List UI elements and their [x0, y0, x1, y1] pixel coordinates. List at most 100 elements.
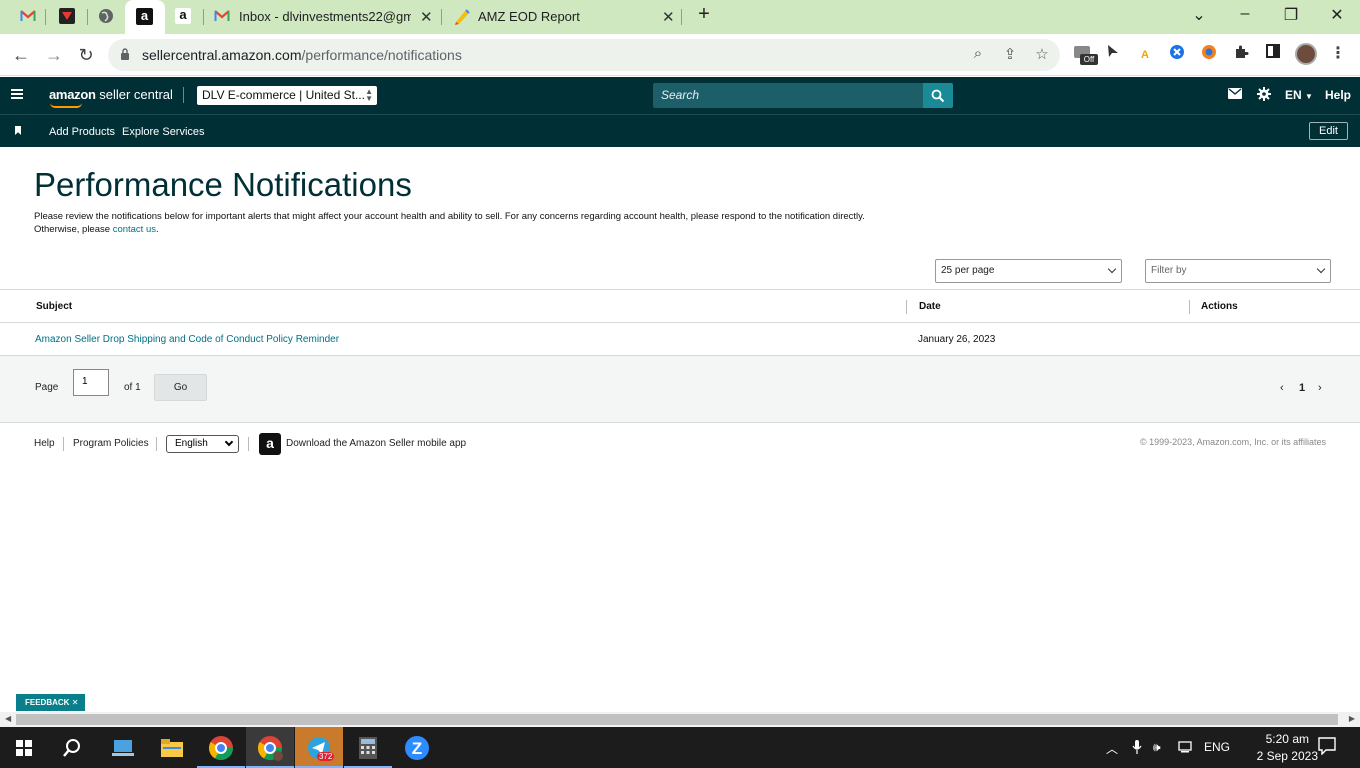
chevron-down-icon — [224, 437, 234, 447]
pencil-tab-icon — [452, 6, 472, 26]
column-subject[interactable]: Subject — [36, 301, 72, 312]
new-tab-icon[interactable]: + — [692, 3, 716, 26]
ascout-extension-icon[interactable]: A — [1135, 44, 1155, 64]
amazon-tab-icon[interactable]: a — [173, 6, 193, 26]
page-of-label: of 1 — [124, 382, 141, 393]
microphone-icon[interactable] — [1132, 740, 1142, 757]
pc-icon[interactable] — [108, 733, 138, 763]
page-number-input[interactable]: 1 — [73, 369, 109, 396]
address-bar[interactable]: sellercentral.amazon.com/performance/not… — [108, 39, 1060, 71]
show-hidden-icons-chevron[interactable]: ︿ — [1106, 740, 1118, 757]
tab-eod-title[interactable]: AMZ EOD Report — [478, 9, 658, 24]
caret-down-icon: ▼ — [1305, 92, 1313, 101]
horizontal-scrollbar[interactable]: ◀ ▶ — [0, 712, 1360, 727]
close-tab-icon[interactable]: ✕ — [662, 8, 675, 26]
gmail-tab-icon[interactable] — [18, 6, 38, 26]
contact-us-link[interactable]: contact us — [113, 224, 156, 235]
reload-icon[interactable]: ↻ — [75, 44, 97, 66]
language-value: English — [175, 438, 208, 449]
current-page-number[interactable]: 1 — [1299, 382, 1305, 394]
column-date[interactable]: Date — [919, 301, 941, 312]
share-icon[interactable]: ⇪ — [1000, 45, 1020, 63]
minimize-icon[interactable]: – — [1233, 5, 1257, 23]
search-button[interactable] — [923, 83, 953, 108]
zoom-app-icon[interactable]: Z — [402, 733, 432, 763]
system-clock[interactable]: 5:20 am 2 Sep 2023 — [1257, 731, 1318, 765]
tab-separator — [441, 9, 442, 25]
scroll-right-icon[interactable]: ▶ — [1349, 714, 1355, 723]
chrome-icon[interactable] — [206, 733, 236, 763]
edit-nav-button[interactable]: Edit — [1309, 122, 1348, 140]
close-icon[interactable]: ✕ — [72, 698, 79, 707]
extension-tab-icon[interactable] — [57, 6, 77, 26]
notification-subject-link[interactable]: Amazon Seller Drop Shipping and Code of … — [35, 334, 339, 345]
file-explorer-icon[interactable] — [157, 733, 187, 763]
chrome-profile-icon[interactable] — [255, 733, 285, 763]
footer-help-link[interactable]: Help — [34, 438, 55, 449]
side-panel-icon[interactable] — [1263, 44, 1283, 64]
updown-icon: ▲ ▼ — [365, 87, 373, 103]
tab-search-chevron-icon[interactable]: ⌄ — [1187, 5, 1211, 25]
tab-inbox-title[interactable]: Inbox - dlvinvestments22@gmail — [239, 9, 411, 24]
active-tab[interactable]: a — [125, 0, 165, 34]
calculator-icon[interactable] — [353, 733, 383, 763]
chevron-down-icon — [1316, 264, 1326, 274]
close-tab-icon[interactable]: ✕ — [420, 8, 433, 26]
blue-extension-icon[interactable] — [1167, 44, 1187, 64]
settings-gear-icon[interactable] — [1257, 87, 1271, 104]
close-window-icon[interactable]: ✕ — [1325, 5, 1349, 25]
per-page-select[interactable]: 25 per page — [935, 259, 1122, 283]
next-page-icon[interactable]: › — [1318, 382, 1322, 394]
help-link[interactable]: Help — [1325, 88, 1351, 102]
amazon-tab-icon: a — [136, 8, 153, 25]
nav-add-products[interactable]: Add Products — [49, 126, 115, 138]
footer-language-select[interactable]: English — [166, 435, 239, 453]
bookmark-star-icon[interactable]: ☆ — [1032, 45, 1052, 63]
back-arrow-icon[interactable]: ← — [10, 44, 32, 66]
language-selector[interactable]: EN ▼ — [1285, 88, 1313, 102]
forward-arrow-icon[interactable]: → — [43, 44, 65, 66]
page-description: Please review the notifications below fo… — [34, 210, 934, 236]
extension-off-icon[interactable]: Off — [1074, 44, 1098, 65]
network-icon[interactable] — [1178, 740, 1194, 756]
notifications-icon[interactable] — [1318, 737, 1336, 758]
lock-icon[interactable] — [120, 48, 130, 60]
gmail-icon — [212, 6, 232, 26]
search-icon[interactable] — [57, 733, 87, 763]
profile-avatar[interactable] — [1295, 43, 1317, 65]
feedback-button[interactable]: FEEDBACK ✕ — [16, 694, 85, 711]
input-language[interactable]: ENG — [1204, 740, 1230, 754]
chevron-down-icon — [1107, 264, 1117, 274]
nav-explore-services[interactable]: Explore Services — [122, 126, 205, 138]
account-switcher[interactable]: DLV E-commerce | United St... ▲ ▼ — [197, 86, 377, 105]
filter-by-select[interactable]: Filter by — [1145, 259, 1331, 283]
windows-taskbar: 372 Z ︿ 🕪 ENG 5:20 am 2 Sep 2023 — [0, 727, 1360, 768]
program-policies-link[interactable]: Program Policies — [73, 438, 149, 449]
search-input[interactable]: Search — [653, 83, 923, 108]
clock-date: 2 Sep 2023 — [1256, 749, 1318, 763]
hamburger-menu-icon[interactable] — [11, 89, 23, 99]
telegram-icon[interactable]: 372 — [304, 733, 335, 763]
orange-extension-icon[interactable] — [1199, 44, 1219, 64]
mail-icon[interactable] — [1228, 88, 1242, 102]
amazon-app-icon[interactable]: a — [259, 433, 281, 455]
scroll-left-icon[interactable]: ◀ — [5, 714, 11, 723]
prev-page-icon[interactable]: ‹ — [1280, 382, 1284, 394]
browser-menu-icon[interactable]: ⋮ — [1328, 44, 1348, 64]
feedback-label: FEEDBACK — [25, 698, 70, 707]
globe-tab-icon[interactable] — [96, 6, 116, 26]
zoom-icon[interactable]: ⌕ — [968, 45, 988, 62]
arrow-extension-icon[interactable] — [1103, 44, 1123, 64]
svg-text:Z: Z — [412, 739, 422, 758]
speaker-icon[interactable]: 🕪 — [1153, 740, 1161, 755]
restore-icon[interactable]: ❐ — [1279, 5, 1303, 25]
windows-start-icon[interactable] — [9, 733, 39, 763]
go-button[interactable]: Go — [154, 374, 207, 401]
seller-central-logo[interactable]: amazon seller central — [49, 87, 173, 102]
column-divider — [906, 300, 907, 314]
puzzle-extensions-icon[interactable] — [1231, 44, 1251, 64]
scrollbar-thumb[interactable] — [16, 714, 1338, 725]
bookmark-icon[interactable] — [15, 126, 21, 135]
page-label: Page — [35, 382, 59, 393]
download-app-link[interactable]: Download the Amazon Seller mobile app — [286, 438, 466, 449]
